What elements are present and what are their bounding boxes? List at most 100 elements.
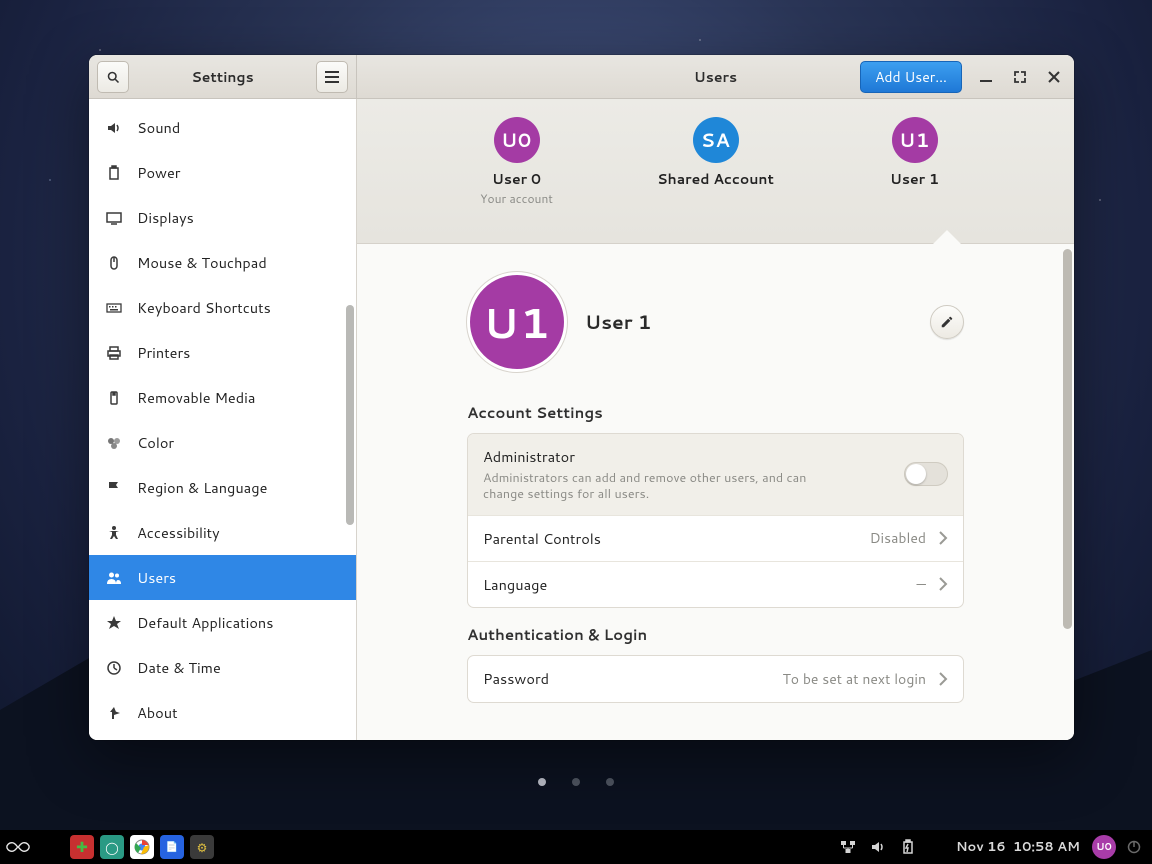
search-icon (106, 70, 121, 85)
sidebar-item-label: Keyboard Shortcuts (137, 297, 271, 318)
minimize-button[interactable] (976, 67, 996, 87)
sidebar-item-label: Sound (137, 117, 180, 138)
datetime-icon (105, 660, 123, 676)
color-icon (105, 435, 123, 451)
sound-icon (105, 120, 123, 136)
taskbar-app-2[interactable]: ◯ (100, 835, 124, 859)
taskbar-settings-icon[interactable]: ⚙ (190, 835, 214, 859)
auth-login-title: Authentication & Login (467, 624, 964, 645)
user-name: User 1 (890, 169, 939, 189)
power-icon (105, 165, 123, 181)
settings-sidebar: Sound Power Displays Mouse & Touchpad Keyboa… (89, 99, 357, 740)
battery-tray-icon[interactable] (896, 835, 920, 859)
sidebar-title: Settings (191, 67, 253, 87)
sidebar-item-keyboard[interactable]: Keyboard Shortcuts (89, 285, 356, 330)
accessibility-icon (105, 525, 123, 541)
administrator-toggle[interactable] (904, 462, 948, 486)
close-button[interactable] (1044, 67, 1064, 87)
endless-menu-icon[interactable] (6, 835, 30, 859)
user-name: Shared Account (657, 169, 774, 189)
sidebar-item-label: Date & Time (137, 657, 221, 678)
minimize-icon (980, 71, 992, 83)
profile-name: User 1 (585, 309, 651, 336)
workspace-dot-3[interactable] (606, 778, 614, 786)
sidebar-item-displays[interactable]: Displays (89, 195, 356, 240)
pencil-icon (940, 315, 954, 329)
edit-profile-button[interactable] (930, 305, 964, 339)
maximize-button[interactable] (1010, 67, 1030, 87)
infinity-icon (6, 840, 30, 854)
taskbar-clock[interactable]: Nov 16 10:58 AM (950, 838, 1086, 856)
sidebar-item-label: Power (137, 162, 180, 183)
sidebar-item-label: Users (137, 567, 176, 588)
network-tray-icon[interactable] (836, 835, 860, 859)
hamburger-icon (325, 71, 339, 83)
workspace-dot-1[interactable] (538, 778, 546, 786)
user-chip-1[interactable]: SA Shared Account (656, 117, 776, 189)
workspace-pagination[interactable] (538, 778, 614, 786)
search-button[interactable] (97, 61, 129, 93)
power-tray-icon[interactable] (1122, 835, 1146, 859)
user-selector-strip: U0 User 0 Your accountSA Shared Account … (357, 99, 1074, 244)
user-avatar: U0 (494, 117, 540, 163)
taskbar-app-1[interactable]: ✚ (70, 835, 94, 859)
about-icon (105, 705, 123, 721)
taskbar-app-4[interactable]: 📄 (160, 835, 184, 859)
auth-login-group: Password To be set at next login (467, 655, 964, 703)
parental-controls-value: Disabled (870, 528, 926, 548)
language-label: Language (483, 574, 905, 595)
settings-window: Settings Users Add User… Soun (89, 55, 1074, 740)
hamburger-menu-button[interactable] (316, 61, 348, 93)
displays-icon (105, 210, 123, 226)
sidebar-item-color[interactable]: Color (89, 420, 356, 465)
sidebar-item-accessibility[interactable]: Accessibility (89, 510, 356, 555)
users-icon (105, 570, 123, 586)
taskbar: ✚ ◯ 📄 ⚙ Nov 16 10:58 AM U0 (0, 830, 1152, 864)
sidebar-scrollbar[interactable] (344, 105, 354, 734)
mouse-icon (105, 255, 123, 271)
administrator-label: Administrator (483, 446, 892, 467)
sidebar-item-datetime[interactable]: Date & Time (89, 645, 356, 690)
sidebar-item-label: Color (137, 432, 174, 453)
language-row[interactable]: Language — (468, 561, 963, 607)
sidebar-item-media[interactable]: Removable Media (89, 375, 356, 420)
close-icon (1048, 71, 1060, 83)
administrator-row: Administrator Administrators can add and… (468, 434, 963, 515)
defaults-icon (105, 615, 123, 631)
sidebar-item-about[interactable]: About (89, 690, 356, 735)
password-row[interactable]: Password To be set at next login (468, 656, 963, 702)
sidebar-item-label: Mouse & Touchpad (137, 252, 267, 273)
language-value: — (917, 574, 926, 594)
parental-controls-label: Parental Controls (483, 528, 858, 549)
workspace-dot-2[interactable] (572, 778, 580, 786)
printers-icon (105, 345, 123, 361)
user-avatar: U1 (892, 117, 938, 163)
page-title: Users (694, 67, 737, 87)
titlebar: Settings Users Add User… (89, 55, 1074, 99)
users-panel: U0 User 0 Your accountSA Shared Account … (357, 99, 1074, 740)
region-icon (105, 480, 123, 496)
sidebar-item-power[interactable]: Power (89, 150, 356, 195)
sidebar-item-label: Default Applications (137, 612, 273, 633)
main-scrollbar[interactable] (1062, 249, 1072, 732)
maximize-icon (1014, 71, 1026, 83)
sidebar-item-mouse[interactable]: Mouse & Touchpad (89, 240, 356, 285)
taskbar-chrome-icon[interactable] (130, 835, 154, 859)
sidebar-item-region[interactable]: Region & Language (89, 465, 356, 510)
taskbar-user-avatar[interactable]: U0 (1092, 835, 1116, 859)
sidebar-item-users[interactable]: Users (89, 555, 356, 600)
sidebar-item-printers[interactable]: Printers (89, 330, 356, 375)
add-user-button[interactable]: Add User… (860, 61, 962, 93)
sidebar-item-label: Displays (137, 207, 194, 228)
user-chip-0[interactable]: U0 User 0 Your account (457, 117, 577, 207)
parental-controls-row[interactable]: Parental Controls Disabled (468, 515, 963, 561)
chevron-right-icon (938, 577, 948, 591)
sidebar-item-label: Accessibility (137, 522, 220, 543)
sidebar-item-defaults[interactable]: Default Applications (89, 600, 356, 645)
volume-tray-icon[interactable] (866, 835, 890, 859)
sidebar-item-sound[interactable]: Sound (89, 105, 356, 150)
password-label: Password (483, 668, 770, 689)
profile-header: U1 User 1 (467, 272, 964, 372)
user-chip-2[interactable]: U1 User 1 (855, 117, 975, 189)
profile-avatar[interactable]: U1 (467, 272, 567, 372)
